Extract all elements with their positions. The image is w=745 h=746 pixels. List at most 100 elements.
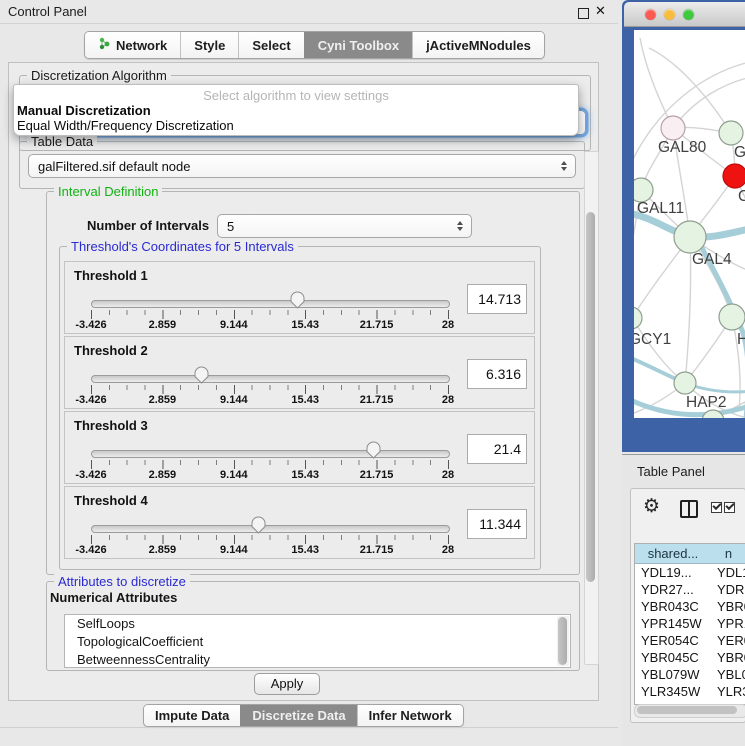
tab-network[interactable]: Network xyxy=(85,32,180,58)
network-node-GCY1[interactable] xyxy=(634,307,642,329)
table-cell[interactable]: YPR145W xyxy=(635,615,711,632)
table-hscrollbar-thumb[interactable] xyxy=(637,706,737,714)
table-cell[interactable]: YLR345W xyxy=(635,683,711,700)
network-node-GAL4[interactable] xyxy=(674,221,706,253)
table-cell[interactable]: YDR2 xyxy=(711,581,745,598)
table-row[interactable]: YPR145WYPR1 xyxy=(635,615,745,632)
numerical-attributes-label: Numerical Attributes xyxy=(50,590,177,605)
slider-scale-label: 21.715 xyxy=(360,544,394,556)
dropdown-option-equal-width-frequency[interactable]: Equal Width/Frequency Discretization xyxy=(17,118,234,133)
network-canvas[interactable]: GAL80GACGAL11GAL4GCY1HHAP2 xyxy=(634,30,745,418)
close-icon[interactable]: ✕ xyxy=(595,3,606,19)
tab-impute-data[interactable]: Impute Data xyxy=(144,705,240,726)
tab-cyni-toolbox[interactable]: Cyni Toolbox xyxy=(304,32,412,58)
table-cell[interactable]: YDR27... xyxy=(635,581,711,598)
slider-scale-label: 2.859 xyxy=(149,544,177,556)
threshold-block: Threshold 3-3.4262.8599.14415.4321.71528… xyxy=(64,411,535,484)
network-node-HAP2[interactable] xyxy=(674,372,696,394)
tab-infer-network[interactable]: Infer Network xyxy=(357,705,463,726)
table-row[interactable]: YDL19...YDL1 xyxy=(635,564,745,581)
slider-scale-label: 15.43 xyxy=(291,319,319,331)
table-row[interactable]: YBR043CYBR0 xyxy=(635,598,745,615)
table-cell[interactable]: YDL1 xyxy=(711,564,745,581)
gear-icon[interactable]: ⚙ xyxy=(643,497,660,516)
minimize-traffic-icon[interactable] xyxy=(664,9,675,20)
dropdown-option-manual-discretization[interactable]: Manual Discretization xyxy=(17,103,151,118)
network-node-GAL11[interactable] xyxy=(634,178,653,202)
panel-scrollbar[interactable] xyxy=(584,151,599,665)
slider-scale-label: 15.43 xyxy=(291,544,319,556)
slider-ticks-major xyxy=(91,535,449,544)
table-cell[interactable]: YBR043C xyxy=(635,598,711,615)
column-layout-icon[interactable] xyxy=(680,500,698,518)
zoom-traffic-icon[interactable] xyxy=(683,9,694,20)
table-cell[interactable]: YPR1 xyxy=(711,615,745,632)
threshold-value-field[interactable]: 21.4 xyxy=(467,434,527,464)
table-row[interactable]: YLR345WYLR3 xyxy=(635,683,745,700)
network-node-GAL80[interactable] xyxy=(661,116,685,140)
table-header-cell[interactable]: n xyxy=(711,544,745,563)
network-window-titlebar[interactable] xyxy=(624,2,745,27)
slider-thumb[interactable] xyxy=(366,441,381,459)
table-header-row: shared...n xyxy=(635,544,745,564)
tab-style[interactable]: Style xyxy=(180,32,238,58)
table-cell[interactable]: YBR0 xyxy=(711,598,745,615)
table-cell[interactable]: YER054C xyxy=(635,632,711,649)
table-cell[interactable]: YDL19... xyxy=(635,564,711,581)
table-data-combo-value: galFiltered.sif default node xyxy=(38,159,190,174)
table-cell[interactable]: YBL079W xyxy=(635,666,711,683)
table-row[interactable]: YBL079WYBL0 xyxy=(635,666,745,683)
attribute-item[interactable]: BetweennessCentrality xyxy=(65,651,570,668)
threshold-value-field[interactable]: 11.344 xyxy=(467,509,527,539)
slider-scale-label: 28 xyxy=(442,544,454,556)
network-node-node-top-right[interactable] xyxy=(719,121,743,145)
table-row[interactable]: YER054CYER0 xyxy=(635,632,745,649)
divider xyxy=(0,727,618,728)
float-icon[interactable] xyxy=(578,8,589,19)
slider-track[interactable] xyxy=(91,375,450,383)
attribute-item[interactable]: TopologicalCoefficient xyxy=(65,633,570,651)
slider-thumb[interactable] xyxy=(194,366,209,384)
number-of-intervals-label: Number of Intervals xyxy=(87,218,209,233)
apply-button[interactable]: Apply xyxy=(254,673,320,695)
table-cell[interactable]: YBR0 xyxy=(711,649,745,666)
attribute-item[interactable]: SelfLoops xyxy=(65,615,570,633)
list-scrollbar-thumb[interactable] xyxy=(558,617,567,665)
table-hscrollbar[interactable] xyxy=(634,704,745,718)
number-of-intervals-combo[interactable]: 5 xyxy=(217,214,472,238)
tab-jactivemnodules[interactable]: jActiveMNodules xyxy=(412,32,544,58)
list-scrollbar[interactable] xyxy=(557,616,569,666)
table-row[interactable]: YBR045CYBR0 xyxy=(635,649,745,666)
table-rows: YDL19...YDL1YDR27...YDR2YBR043CYBR0YPR14… xyxy=(635,564,745,705)
table-data-combo[interactable]: galFiltered.sif default node xyxy=(28,154,576,178)
slider-scale-label: 28 xyxy=(442,469,454,481)
close-traffic-icon[interactable] xyxy=(645,9,656,20)
threshold-value-field[interactable]: 14.713 xyxy=(467,284,527,314)
network-node-node-red[interactable] xyxy=(723,164,745,188)
slider-scale-label: 2.859 xyxy=(149,394,177,406)
tab-discretize-data[interactable]: Discretize Data xyxy=(240,705,356,726)
tab-select[interactable]: Select xyxy=(238,32,303,58)
attributes-group-title: Attributes to discretize xyxy=(54,574,190,589)
table-row[interactable]: YDR27...YDR2 xyxy=(635,581,745,598)
slider-track[interactable] xyxy=(91,300,450,308)
table-cell[interactable]: YER0 xyxy=(711,632,745,649)
checkbox-icon[interactable] xyxy=(724,502,735,513)
network-node-label: GAL4 xyxy=(692,251,732,268)
slider-track[interactable] xyxy=(91,450,450,458)
network-node-H[interactable] xyxy=(719,304,745,330)
slider-thumb[interactable] xyxy=(251,516,266,534)
checkbox-icon[interactable] xyxy=(711,502,722,513)
panel-scrollbar-thumb[interactable] xyxy=(586,212,595,582)
network-node-label: GA xyxy=(734,144,745,161)
thresholds-container: Threshold 1-3.4262.8599.14415.4321.71528… xyxy=(64,261,535,561)
slider-thumb[interactable] xyxy=(290,291,305,309)
threshold-value-field[interactable]: 6.316 xyxy=(467,359,527,389)
table-header-cell[interactable]: shared... xyxy=(635,544,711,563)
table-cell[interactable]: YBL0 xyxy=(711,666,745,683)
table-cell[interactable]: YBR045C xyxy=(635,649,711,666)
slider-scale-label: 2.859 xyxy=(149,469,177,481)
slider-track[interactable] xyxy=(91,525,450,533)
table-cell[interactable]: YLR3 xyxy=(711,683,745,700)
threshold-label: Threshold 1 xyxy=(74,268,148,283)
